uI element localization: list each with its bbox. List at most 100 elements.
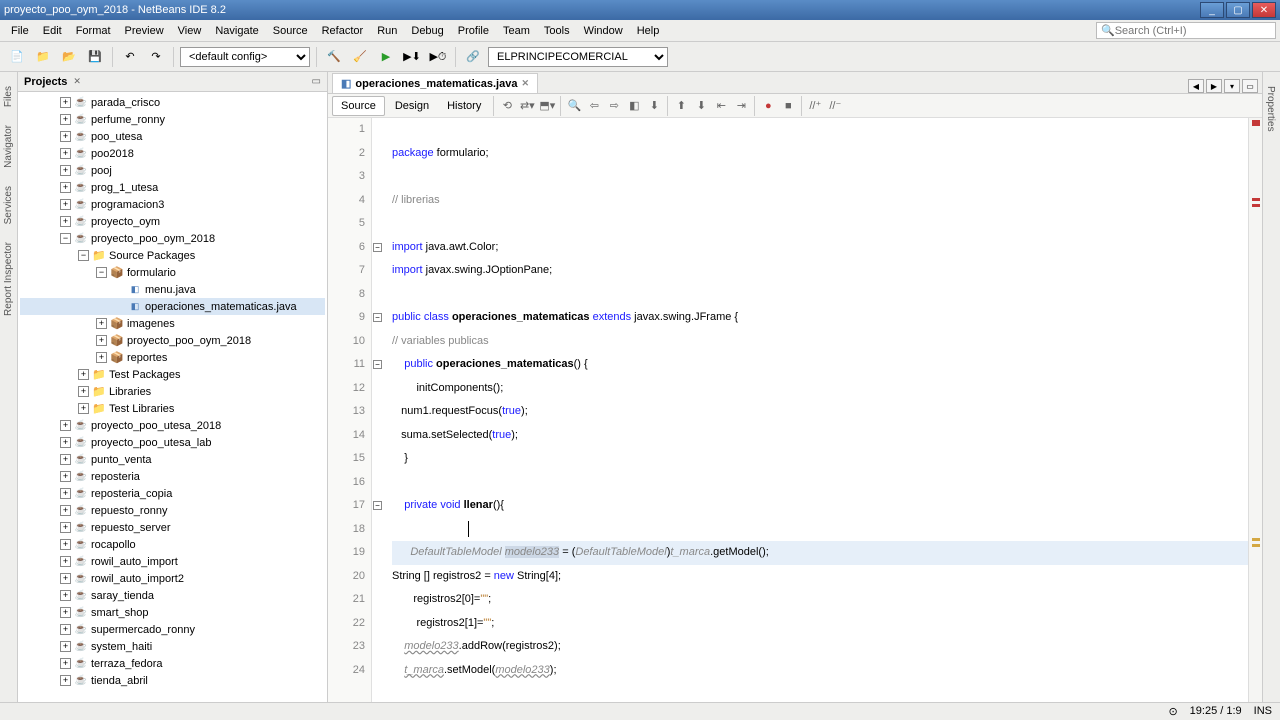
last-edit-button[interactable]: ⟲ (498, 97, 516, 115)
notifications-icon[interactable]: ⊙ (1168, 705, 1177, 718)
debug-button[interactable]: ▶⬇ (401, 46, 423, 68)
project-tree[interactable]: +☕parada_crisco+☕perfume_ronny+☕poo_utes… (18, 92, 327, 702)
sync-button[interactable]: ⇄▾ (518, 97, 536, 115)
tree-toggle-icon[interactable]: + (60, 641, 71, 652)
menu-tools[interactable]: Tools (537, 22, 577, 40)
nav-list-button[interactable]: ▾ (1224, 79, 1240, 93)
tree-toggle-icon[interactable]: + (96, 335, 107, 346)
error-strip[interactable] (1248, 118, 1262, 702)
next-bookmark-button[interactable]: ⬇ (692, 97, 710, 115)
search-input[interactable] (1115, 25, 1271, 37)
menu-preview[interactable]: Preview (118, 22, 171, 40)
tree-node[interactable]: −📁Source Packages (20, 247, 325, 264)
tree-toggle-icon[interactable]: + (60, 182, 71, 193)
tree-toggle-icon[interactable]: + (60, 573, 71, 584)
nav-max-button[interactable]: ▭ (1242, 79, 1258, 93)
tree-node[interactable]: +☕poo_utesa (20, 128, 325, 145)
tree-node[interactable]: +📁Libraries (20, 383, 325, 400)
diff-button[interactable]: ⬒▾ (538, 97, 556, 115)
tree-node[interactable]: +☕repuesto_server (20, 519, 325, 536)
tree-toggle-icon[interactable]: + (60, 590, 71, 601)
tree-toggle-icon[interactable]: + (60, 624, 71, 635)
fold-column[interactable]: −−−− (372, 118, 386, 702)
tree-node[interactable]: +☕tienda_abril (20, 672, 325, 689)
menu-source[interactable]: Source (266, 22, 315, 40)
tree-node[interactable]: +📁Test Packages (20, 366, 325, 383)
nav-back-button[interactable]: ◀ (1188, 79, 1204, 93)
tree-node[interactable]: +☕smart_shop (20, 604, 325, 621)
rail-tab-services[interactable]: Services (1, 182, 16, 228)
tree-node[interactable]: +📦proyecto_poo_oym_2018 (20, 332, 325, 349)
tree-node[interactable]: +📁Test Libraries (20, 400, 325, 417)
properties-tab[interactable]: Properties (1263, 82, 1278, 136)
tree-node[interactable]: +☕rocapollo (20, 536, 325, 553)
tree-node[interactable]: +☕poo2018 (20, 145, 325, 162)
mode-history[interactable]: History (439, 97, 489, 115)
maximize-button[interactable]: ▢ (1226, 2, 1250, 18)
tree-node[interactable]: +☕prog_1_utesa (20, 179, 325, 196)
menu-view[interactable]: View (171, 22, 209, 40)
menu-refactor[interactable]: Refactor (315, 22, 371, 40)
save-all-button[interactable]: 💾 (84, 46, 106, 68)
tree-toggle-icon[interactable]: + (60, 131, 71, 142)
tree-toggle-icon[interactable]: + (78, 386, 89, 397)
tree-node[interactable]: +☕rowil_auto_import2 (20, 570, 325, 587)
tree-node[interactable]: +☕rowil_auto_import (20, 553, 325, 570)
tree-toggle-icon[interactable]: − (78, 250, 89, 261)
tree-toggle-icon[interactable]: + (60, 148, 71, 159)
open-button[interactable]: 📂 (58, 46, 80, 68)
comment-button[interactable]: //⁺ (806, 97, 824, 115)
menu-help[interactable]: Help (630, 22, 667, 40)
tree-node[interactable]: +☕saray_tienda (20, 587, 325, 604)
new-project-button[interactable]: 📁 (32, 46, 54, 68)
mode-design[interactable]: Design (387, 97, 437, 115)
tree-node[interactable]: +☕supermercado_ronny (20, 621, 325, 638)
find-prev-button[interactable]: ⇦ (585, 97, 603, 115)
toggle-highlight-button[interactable]: ◧ (625, 97, 643, 115)
menu-profile[interactable]: Profile (451, 22, 496, 40)
rail-tab-navigator[interactable]: Navigator (1, 121, 16, 172)
panel-close-icon[interactable]: ✕ (73, 76, 81, 87)
attach-debugger-button[interactable]: 🔗 (462, 46, 484, 68)
macro-start-button[interactable]: ● (759, 97, 777, 115)
clean-build-button[interactable]: 🧹 (349, 46, 371, 68)
build-button[interactable]: 🔨 (323, 46, 345, 68)
menu-navigate[interactable]: Navigate (208, 22, 265, 40)
tree-toggle-icon[interactable]: − (96, 267, 107, 278)
tree-node[interactable]: +☕terraza_fedora (20, 655, 325, 672)
tree-toggle-icon[interactable]: + (60, 114, 71, 125)
tree-toggle-icon[interactable]: + (60, 420, 71, 431)
prev-bookmark-button[interactable]: ⬆ (672, 97, 690, 115)
editor-tab[interactable]: ◧ operaciones_matematicas.java ✕ (332, 73, 538, 93)
tree-toggle-icon[interactable]: + (60, 97, 71, 108)
run-button[interactable]: ▶ (375, 46, 397, 68)
tree-node[interactable]: +☕punto_venta (20, 451, 325, 468)
toggle-bookmark-button[interactable]: ⬇ (645, 97, 663, 115)
tree-toggle-icon[interactable]: + (60, 216, 71, 227)
menu-debug[interactable]: Debug (404, 22, 450, 40)
minimize-button[interactable]: _ (1200, 2, 1224, 18)
tree-toggle-icon[interactable]: + (96, 318, 107, 329)
rail-tab-report-inspector[interactable]: Report Inspector (1, 238, 16, 320)
shift-right-button[interactable]: ⇥ (732, 97, 750, 115)
shift-left-button[interactable]: ⇤ (712, 97, 730, 115)
tree-node[interactable]: +☕parada_crisco (20, 94, 325, 111)
tree-toggle-icon[interactable]: + (60, 607, 71, 618)
tree-toggle-icon[interactable]: + (60, 522, 71, 533)
tree-toggle-icon[interactable]: + (60, 471, 71, 482)
tree-node[interactable]: ◧menu.java (20, 281, 325, 298)
tree-toggle-icon[interactable]: + (60, 556, 71, 567)
tree-node[interactable]: +☕system_haiti (20, 638, 325, 655)
rail-tab-files[interactable]: Files (1, 82, 16, 111)
tree-node[interactable]: +☕proyecto_poo_utesa_2018 (20, 417, 325, 434)
tree-node[interactable]: +☕programacion3 (20, 196, 325, 213)
profile-button[interactable]: ▶⏱ (427, 46, 449, 68)
tree-toggle-icon[interactable]: − (60, 233, 71, 244)
tree-node[interactable]: −☕proyecto_poo_oym_2018 (20, 230, 325, 247)
mode-source[interactable]: Source (332, 96, 385, 116)
tree-node[interactable]: +☕proyecto_oym (20, 213, 325, 230)
tree-toggle-icon[interactable]: + (78, 403, 89, 414)
tree-node[interactable]: −📦formulario (20, 264, 325, 281)
tree-toggle-icon[interactable]: + (60, 505, 71, 516)
redo-button[interactable]: ↷ (145, 46, 167, 68)
